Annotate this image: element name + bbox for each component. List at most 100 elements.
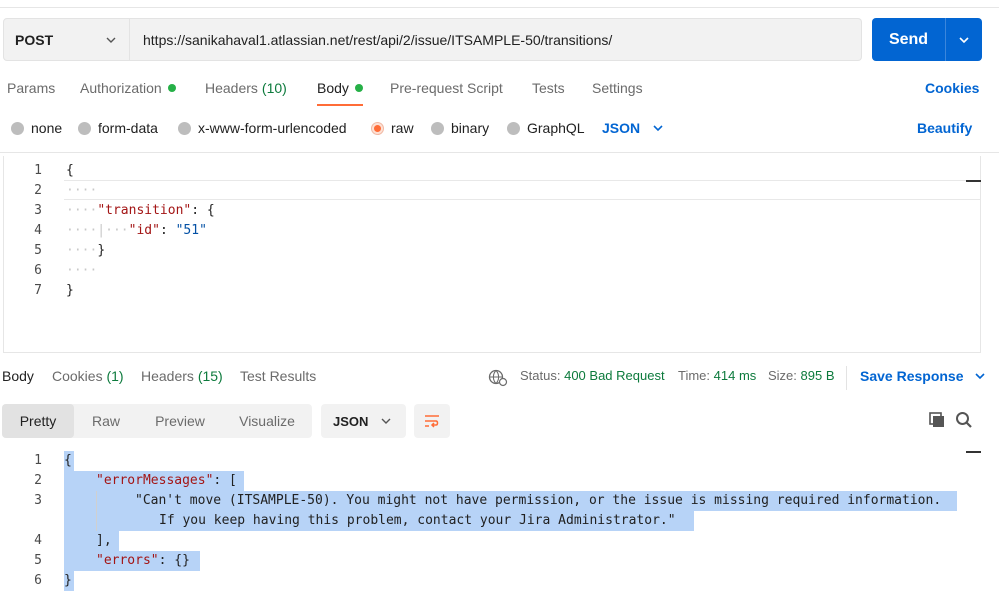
- line-number: 5: [34, 553, 42, 568]
- send-options-button[interactable]: [946, 34, 982, 46]
- tab-prerequest-script[interactable]: Pre-request Script: [390, 77, 503, 99]
- scroll-indicator[interactable]: [966, 451, 981, 453]
- response-tab-body[interactable]: Body: [2, 368, 34, 384]
- radio-binary[interactable]: binary: [431, 117, 489, 139]
- response-tab-cookies[interactable]: Cookies (1): [52, 368, 124, 384]
- code-token: : {: [191, 203, 215, 218]
- code-line: ····}: [66, 241, 215, 261]
- tab-headers[interactable]: Headers (10): [205, 77, 287, 99]
- code-line: ····: [66, 181, 215, 201]
- globe-icon[interactable]: [488, 369, 508, 387]
- url-text: https://sanikahaval1.atlassian.net/rest/…: [143, 31, 613, 48]
- whitespace-marker: ····|···: [66, 223, 129, 238]
- tab-headers-count: (10): [261, 80, 287, 96]
- time-value: 414 ms: [713, 368, 757, 383]
- view-pretty-button[interactable]: Pretty: [2, 404, 74, 438]
- radio-circle-selected: [371, 121, 384, 135]
- line-number-wrap-spacer: [0, 511, 42, 531]
- response-format-label: JSON: [333, 413, 369, 429]
- radio-none-label: none: [31, 120, 63, 136]
- status-label: Status:: [520, 368, 561, 383]
- whitespace-marker: ····: [66, 183, 98, 198]
- radio-none[interactable]: none: [11, 117, 62, 139]
- json-value: If you keep having this problem, contact…: [159, 513, 676, 528]
- save-response-button[interactable]: Save Response: [860, 368, 986, 384]
- tab-body[interactable]: Body: [317, 77, 363, 106]
- body-format-select[interactable]: JSON: [602, 117, 664, 139]
- radio-urlencoded[interactable]: x-www-form-urlencoded: [178, 117, 347, 139]
- code-token: ],: [96, 533, 112, 548]
- response-code-line: "errorMessages": [: [96, 471, 237, 491]
- code-token: : [: [213, 473, 237, 488]
- code-token: :: [159, 223, 176, 238]
- radio-form-data[interactable]: form-data: [78, 117, 158, 139]
- body-format-label: JSON: [602, 120, 641, 136]
- json-key: "errors": [96, 553, 159, 568]
- json-key: "transition": [97, 203, 192, 218]
- line-number: 2: [34, 183, 42, 198]
- line-number: 5: [34, 243, 42, 258]
- divider: [846, 366, 847, 390]
- radio-graphql-label: GraphQL: [527, 120, 585, 136]
- top-border: [0, 0, 999, 8]
- response-format-select[interactable]: JSON: [321, 404, 406, 438]
- line-number: 2: [34, 473, 42, 488]
- status-value: 400 Bad Request: [564, 368, 665, 383]
- radio-circle: [431, 121, 444, 135]
- time-label: Time:: [678, 368, 711, 383]
- response-tab-test-results[interactable]: Test Results: [240, 368, 316, 384]
- cookies-link[interactable]: Cookies: [925, 80, 979, 96]
- beautify-link[interactable]: Beautify: [917, 120, 972, 136]
- code-token: }: [66, 283, 74, 298]
- line-number: 3: [34, 203, 42, 218]
- copy-icon[interactable]: [928, 411, 946, 429]
- method-select[interactable]: POST: [3, 18, 130, 61]
- tab-settings[interactable]: Settings: [592, 77, 643, 99]
- line-number: 1: [34, 453, 42, 468]
- tab-tests[interactable]: Tests: [532, 77, 565, 99]
- request-tabs: Params Authorization Headers (10) Body Pr…: [0, 77, 999, 106]
- indent-guide: [96, 491, 97, 531]
- radio-binary-label: binary: [451, 120, 490, 136]
- tab-params[interactable]: Params: [7, 77, 55, 99]
- response-tab-headers[interactable]: Headers (15): [141, 368, 223, 384]
- wrap-lines-button[interactable]: [414, 404, 450, 438]
- radio-graphql[interactable]: GraphQL: [507, 117, 585, 139]
- line-number: 6: [34, 573, 42, 588]
- response-code-line: ],: [96, 531, 112, 551]
- response-code-line: "errors": {}: [96, 551, 190, 571]
- radio-circle: [507, 121, 520, 135]
- chevron-down-icon: [959, 36, 969, 43]
- method-label: POST: [15, 31, 54, 48]
- json-value: "51": [175, 223, 207, 238]
- url-input[interactable]: https://sanikahaval1.atlassian.net/rest/…: [130, 18, 862, 61]
- response-view-switcher: Pretty Raw Preview Visualize: [2, 404, 312, 438]
- view-preview-button[interactable]: Preview: [138, 404, 222, 438]
- code-line: ····|···"id": "51": [66, 221, 215, 241]
- code-token: : {}: [158, 553, 190, 568]
- tab-prerequest-label: Pre-request Script: [390, 80, 503, 96]
- chevron-down-icon: [106, 37, 116, 43]
- request-code: { ···· ····"transition": { ····|···"id":…: [66, 161, 215, 301]
- radio-form-data-label: form-data: [98, 120, 158, 136]
- code-line: {: [66, 161, 215, 181]
- send-button[interactable]: Send: [872, 31, 945, 49]
- status-dot-icon: [167, 84, 176, 92]
- radio-circle: [178, 121, 191, 135]
- radio-raw[interactable]: raw: [371, 117, 414, 139]
- code-token: {: [64, 453, 72, 468]
- view-visualize-button[interactable]: Visualize: [222, 404, 312, 438]
- tab-authorization[interactable]: Authorization: [80, 77, 176, 99]
- search-icon[interactable]: [955, 411, 973, 429]
- scroll-indicator[interactable]: [966, 180, 981, 182]
- json-key: "id": [128, 223, 160, 238]
- send-button-group: Send: [872, 18, 982, 61]
- wrap-lines-icon: [425, 415, 439, 428]
- tab-authorization-label: Authorization: [80, 80, 162, 96]
- radio-raw-label: raw: [391, 120, 414, 136]
- save-response-label: Save Response: [860, 368, 964, 384]
- response-tab-cookies-label: Cookies: [52, 368, 103, 384]
- view-raw-button[interactable]: Raw: [74, 404, 138, 438]
- whitespace-marker: ····: [66, 203, 98, 218]
- radio-circle: [11, 121, 24, 135]
